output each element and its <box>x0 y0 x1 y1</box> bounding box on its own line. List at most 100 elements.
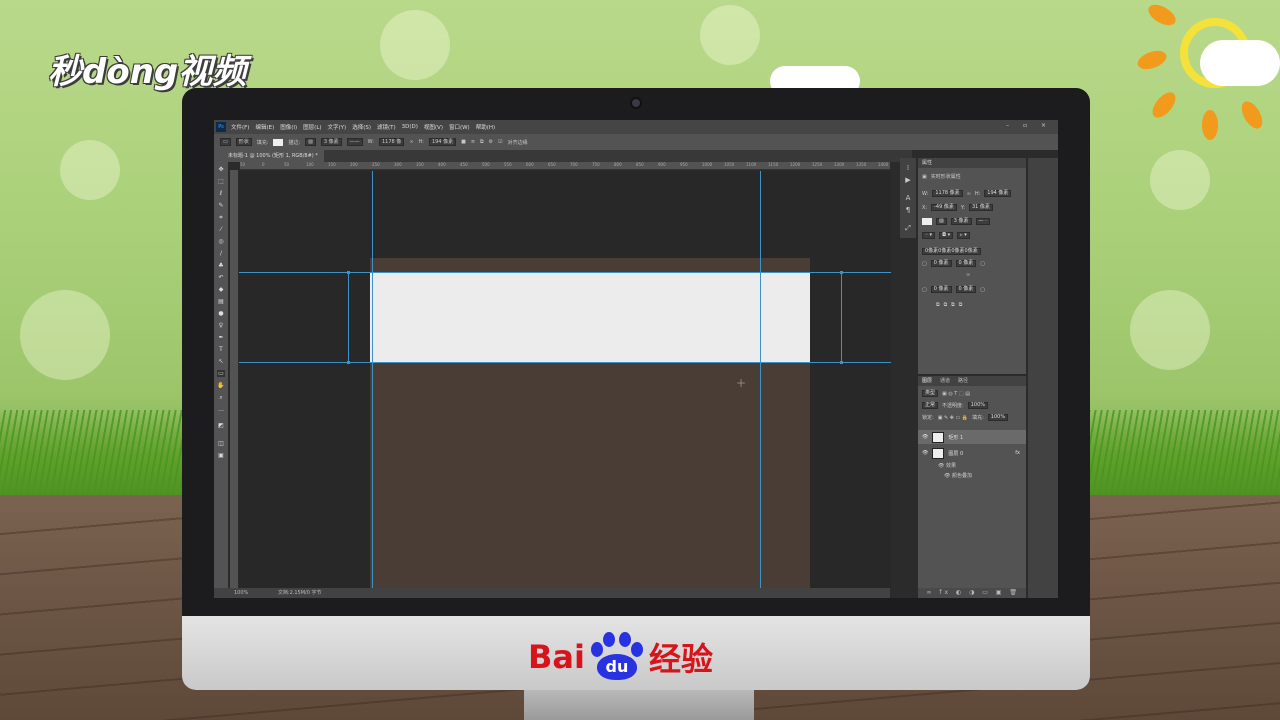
props-join-select[interactable]: ▹ ▾ <box>957 232 970 239</box>
layers-footer-icons[interactable]: ∞ fx ◐ ◑ ▭ ▣ 🗑 <box>918 588 1026 598</box>
doc-size[interactable]: 文档:2.15M/0 字节 <box>278 590 322 596</box>
crop-tool-icon[interactable]: ⌗ <box>217 214 225 221</box>
eye-icon[interactable]: 👁 <box>922 450 928 456</box>
quick-select-tool-icon[interactable]: ✎ <box>217 202 225 209</box>
canvas-area[interactable]: + <box>239 171 891 598</box>
link-icon[interactable]: ∞ <box>409 139 413 145</box>
width-field[interactable]: 1178 像 <box>378 138 405 146</box>
path-select-tool-icon[interactable]: ↖ <box>217 358 225 365</box>
eye-icon[interactable]: 👁 <box>922 434 928 440</box>
character-icon[interactable]: A <box>904 194 912 202</box>
window-controls[interactable]: – ▫ × <box>1006 122 1052 129</box>
blend-mode-select[interactable]: 正常 <box>922 402 939 409</box>
fill-swatch[interactable] <box>273 138 284 146</box>
guide-vertical[interactable] <box>372 171 373 590</box>
layer-row[interactable]: 👁 矩形 1 <box>918 430 1026 444</box>
props-align-select[interactable]: ◦ ▾ <box>922 232 936 239</box>
path-combine-icon[interactable]: ⧉ <box>936 302 940 308</box>
path-subtract-icon[interactable]: ⧉ <box>944 302 948 308</box>
menu-3d[interactable]: 3D(D) <box>402 124 418 130</box>
path-ops-icon[interactable]: ■ <box>461 139 466 145</box>
layer-kind-filter[interactable]: 类型 <box>922 390 939 397</box>
fx-badge[interactable]: fx <box>1015 450 1020 456</box>
history-icon[interactable]: ⁞ <box>904 164 912 172</box>
eye-icon[interactable]: 👁 <box>944 473 950 479</box>
props-corner-tl[interactable]: 0 像素 <box>930 260 952 267</box>
blur-tool-icon[interactable]: ● <box>217 310 225 317</box>
tab-channels[interactable]: 通道 <box>940 376 950 386</box>
menu-layer[interactable]: 图层(L) <box>303 123 321 131</box>
stroke-type-select[interactable]: —— <box>346 138 363 146</box>
props-stroke-swatch[interactable]: ▨ <box>936 218 947 225</box>
anchor-point[interactable] <box>347 271 350 274</box>
layer-row[interactable]: 👁 图层 0 fx <box>918 446 1026 460</box>
paragraph-icon[interactable]: ¶ <box>904 206 912 214</box>
props-y-field[interactable]: 31 像素 <box>968 204 993 211</box>
anchor-point[interactable] <box>840 361 843 364</box>
anchor-point[interactable] <box>347 361 350 364</box>
menu-type[interactable]: 文字(Y) <box>328 123 347 131</box>
props-cap-select[interactable]: ◘ ▾ <box>939 232 954 239</box>
eraser-tool-icon[interactable]: ◆ <box>217 286 225 293</box>
anchor-point[interactable] <box>840 271 843 274</box>
path-intersect-icon[interactable]: ⧉ <box>951 302 955 308</box>
more-tools-icon[interactable]: … <box>217 406 225 413</box>
props-corner-tr[interactable]: 0 像素 <box>955 260 977 267</box>
mode-select[interactable]: 形状 <box>235 138 252 146</box>
lock-icons[interactable]: ▣ ✎ ✥ ▭ 🔒 <box>938 415 968 421</box>
stamp-tool-icon[interactable]: ♣ <box>217 262 225 269</box>
guide-vertical[interactable] <box>760 171 761 590</box>
fill-field[interactable]: 100% <box>987 414 1009 421</box>
zoom-level[interactable]: 100% <box>234 590 248 596</box>
quick-mask-icon[interactable]: ◫ <box>217 440 225 447</box>
props-stroke-type[interactable]: — · <box>975 218 990 225</box>
pen-tool-icon[interactable]: ✒ <box>217 334 225 341</box>
props-width-field[interactable]: 1178 像素 <box>932 190 963 197</box>
eye-icon[interactable]: 👁 <box>938 463 944 469</box>
props-height-field[interactable]: 194 像素 <box>984 190 1012 197</box>
lasso-tool-icon[interactable]: ℓ <box>217 190 225 197</box>
props-corner-all[interactable]: 0像素0像素0像素0像素 <box>922 248 981 255</box>
menu-view[interactable]: 视图(V) <box>424 123 443 131</box>
gradient-tool-icon[interactable]: ▤ <box>217 298 225 305</box>
height-field[interactable]: 194 像素 <box>428 138 457 146</box>
play-icon[interactable]: ▶ <box>904 176 912 184</box>
props-stroke-width[interactable]: 3 像素 <box>950 218 972 225</box>
zoom-tool-icon[interactable]: ⌕ <box>217 394 225 401</box>
props-x-field[interactable]: -49 像素 <box>931 204 957 211</box>
menu-file[interactable]: 文件(F) <box>231 123 249 131</box>
dodge-tool-icon[interactable]: ♀ <box>217 322 225 329</box>
link-icon[interactable]: ∞ <box>966 272 970 278</box>
eyedropper-tool-icon[interactable]: ⁄ <box>217 226 225 233</box>
menu-window[interactable]: 窗口(W) <box>449 123 470 131</box>
marquee-tool-icon[interactable]: ⬚ <box>217 178 225 185</box>
path-align-icon[interactable]: ≡ <box>471 139 475 145</box>
filter-icons[interactable]: ▣ ◎ T ⬚ ▤ <box>942 391 970 397</box>
healing-tool-icon[interactable]: ◎ <box>217 238 225 245</box>
path-arrange-icon[interactable]: ⧉ <box>480 139 484 145</box>
menu-filter[interactable]: 滤镜(T) <box>377 123 396 131</box>
menu-select[interactable]: 选择(S) <box>352 123 371 131</box>
color-swatches-icon[interactable]: ◩ <box>217 422 225 429</box>
stroke-width-field[interactable]: 3 像素 <box>320 138 342 146</box>
tab-layers[interactable]: 图层 <box>922 376 932 386</box>
hand-tool-icon[interactable]: ✋ <box>217 382 225 389</box>
path-exclude-icon[interactable]: ⧉ <box>959 302 963 308</box>
menu-image[interactable]: 图像(I) <box>280 123 297 131</box>
props-corner-br[interactable]: 0 像素 <box>955 286 977 293</box>
menu-help[interactable]: 帮助(H) <box>476 123 495 131</box>
props-fill-swatch[interactable] <box>922 218 932 225</box>
link-icon[interactable]: ∞ <box>967 191 971 197</box>
horizontal-ruler[interactable]: 50 0 50 100 150 200 250 300 350 400 450 500 550 600 65… <box>240 162 890 170</box>
align-edges-checkbox[interactable]: ☑ <box>498 139 502 145</box>
layer-name[interactable]: 矩形 1 <box>948 434 963 441</box>
menu-edit[interactable]: 编辑(E) <box>255 123 274 131</box>
panel-collapse-strip[interactable] <box>1028 158 1058 598</box>
tool-presets-icon[interactable]: ⤢ <box>904 224 912 232</box>
tool-preset-picker[interactable]: ▭ <box>220 138 231 146</box>
gear-icon[interactable]: ⚙ <box>489 139 493 145</box>
type-tool-icon[interactable]: T <box>217 346 225 353</box>
history-brush-icon[interactable]: ↶ <box>217 274 225 281</box>
layer-name[interactable]: 图层 0 <box>948 450 963 457</box>
vertical-ruler[interactable] <box>230 170 238 590</box>
